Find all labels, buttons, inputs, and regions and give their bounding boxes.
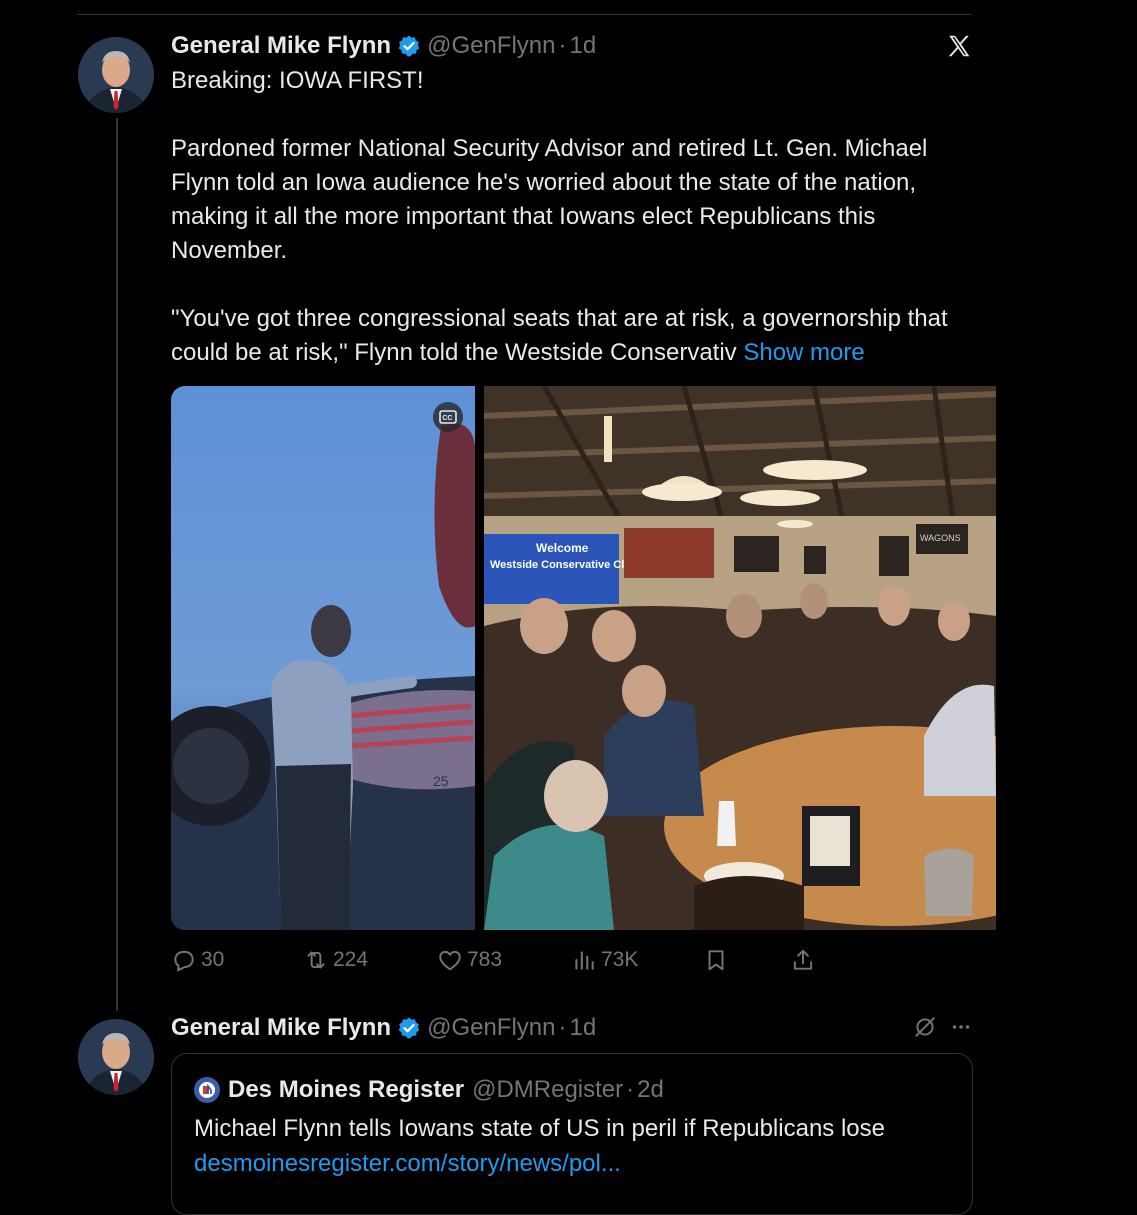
source-avatar-icon: [194, 1077, 220, 1103]
verified-badge-icon: [398, 1017, 420, 1039]
tweet-header: General Mike Flynn @GenFlynn · 1d: [171, 1012, 596, 1044]
repost-icon: [307, 951, 325, 969]
x-logo-icon[interactable]: [946, 33, 972, 59]
view-count: 73K: [601, 948, 639, 971]
tweet-paragraph: "You've got three congressional seats th…: [171, 302, 971, 370]
reply-count: 30: [201, 948, 225, 971]
video-number-text: 25: [433, 773, 449, 789]
repost-count: 224: [333, 948, 369, 971]
author-name[interactable]: General Mike Flynn: [171, 32, 391, 60]
show-more-link[interactable]: Show more: [743, 339, 864, 366]
more-options-icon[interactable]: [948, 1014, 974, 1040]
avatar[interactable]: [78, 37, 154, 113]
top-divider: [77, 14, 972, 15]
wall-sign-text: WAGONS: [920, 533, 961, 543]
repost-button[interactable]: 224: [303, 944, 368, 976]
avatar-portrait-image: [78, 37, 154, 113]
reply-button[interactable]: 30: [171, 944, 224, 976]
share-icon: [793, 949, 813, 970]
thread-connector-line: [116, 118, 118, 1011]
tweet-header: General Mike Flynn @GenFlynn · 1d: [171, 30, 596, 62]
quoted-author-handle[interactable]: @DMRegister: [472, 1076, 623, 1104]
timestamp[interactable]: 1d: [570, 1014, 597, 1042]
grok-icon[interactable]: [912, 1014, 938, 1040]
quoted-tweet-card[interactable]: Des Moines Register @DMRegister · 2d Mic…: [171, 1053, 973, 1215]
timestamp[interactable]: 1d: [570, 32, 597, 60]
avatar-portrait-image: [78, 1019, 154, 1095]
quoted-tweet-header: Des Moines Register @DMRegister · 2d: [194, 1074, 664, 1106]
closed-captions-icon[interactable]: CC: [433, 402, 463, 432]
quoted-tweet-text: Michael Flynn tells Iowans state of US i…: [194, 1115, 885, 1142]
author-handle[interactable]: @GenFlynn: [427, 1014, 555, 1042]
banner-text-welcome: Welcome: [536, 541, 589, 555]
share-button[interactable]: [790, 944, 820, 976]
reply-icon: [174, 950, 194, 972]
separator-dot: ·: [558, 1014, 567, 1041]
quoted-author-name[interactable]: Des Moines Register: [228, 1076, 464, 1104]
views-chart-icon: [575, 951, 594, 970]
tweet-actions: 30 224 783 73K: [171, 944, 831, 976]
views-button[interactable]: 73K: [571, 944, 638, 976]
bookmark-button[interactable]: [703, 944, 733, 976]
quoted-timestamp[interactable]: 2d: [637, 1076, 664, 1104]
tweet-paragraph: Breaking: IOWA FIRST!: [171, 67, 424, 94]
like-button[interactable]: 783: [437, 944, 502, 976]
author-handle[interactable]: @GenFlynn: [427, 32, 555, 60]
bookmark-icon: [708, 950, 724, 971]
video-thumbnail[interactable]: 25 CC: [171, 386, 475, 930]
svg-text:CC: CC: [442, 415, 452, 422]
tweet-options: [912, 1014, 974, 1040]
avatar[interactable]: [78, 1019, 154, 1095]
banquet-photo-image: Welcome Westside Conservative Club WAGON…: [484, 386, 996, 930]
banner-text-club: Westside Conservative Club: [490, 559, 638, 571]
separator-dot: ·: [558, 32, 567, 59]
video-still-image: 25: [171, 386, 475, 930]
photo-attachment[interactable]: Welcome Westside Conservative Club WAGON…: [484, 386, 996, 930]
quoted-tweet-link[interactable]: desmoinesregister.com/story/news/pol...: [194, 1147, 621, 1181]
like-count: 783: [467, 948, 503, 971]
author-name[interactable]: General Mike Flynn: [171, 1014, 391, 1042]
heart-icon: [439, 950, 461, 971]
tweet-body: Breaking: IOWA FIRST! Pardoned former Na…: [171, 64, 971, 404]
tweet-paragraph: Pardoned former National Security Adviso…: [171, 135, 928, 264]
verified-badge-icon: [398, 35, 420, 57]
separator-dot: ·: [626, 1076, 635, 1103]
